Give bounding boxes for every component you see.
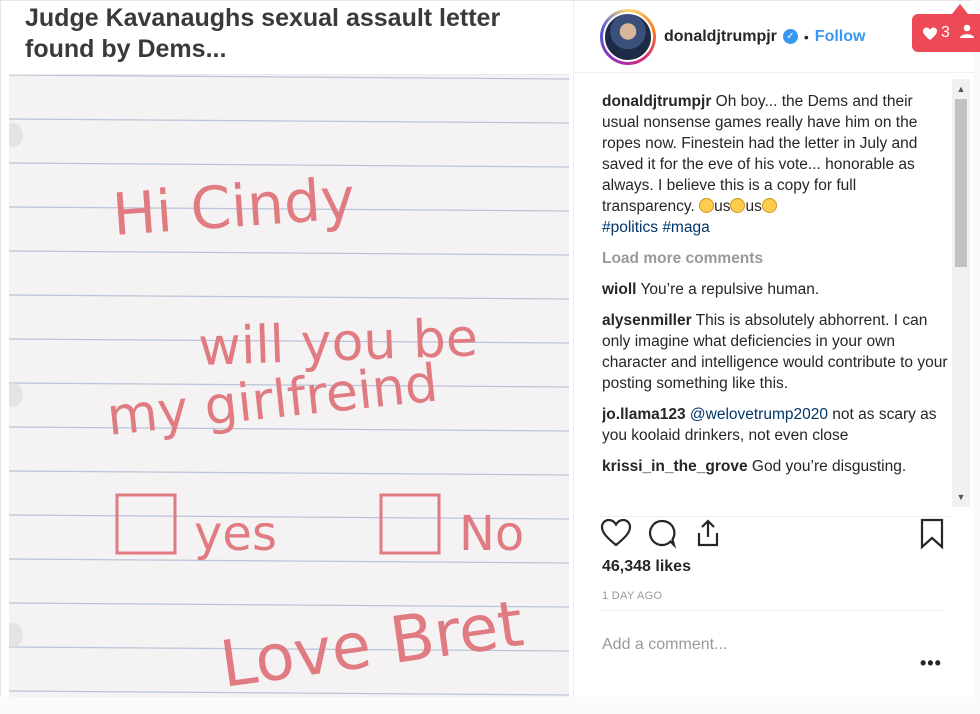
activity-notification[interactable]: 3: [912, 14, 980, 52]
comment-username[interactable]: krissi_in_the_grove: [602, 458, 748, 475]
rofl-emoji-icon: [730, 198, 746, 213]
likes-count[interactable]: 46,348 likes: [602, 558, 691, 576]
post-actions: [600, 516, 950, 556]
comment-item: jo.llama123 @welovetrump2020 not as scar…: [602, 404, 948, 446]
verified-badge-icon: ✓: [782, 29, 798, 44]
comment-username[interactable]: alysenmiller: [602, 312, 692, 329]
header-separator: •: [803, 28, 809, 45]
post-timestamp: 1 DAY AGO: [602, 590, 663, 602]
hashtag-link[interactable]: #politics: [602, 219, 658, 236]
comment-username[interactable]: jo.llama123: [602, 406, 686, 423]
note-line-5: No: [459, 506, 524, 562]
load-more-comments-button[interactable]: Load more comments: [602, 248, 948, 269]
more-options-button[interactable]: •••: [920, 653, 942, 674]
comment-bubble-icon[interactable]: [646, 517, 678, 556]
post-image[interactable]: Judge Kavanaughs sexual assault letter f…: [1, 1, 573, 697]
notification-count: 3: [941, 24, 950, 41]
comment-username[interactable]: wioll: [602, 281, 636, 298]
comment-item: alysenmiller This is absolutely abhorren…: [602, 310, 948, 394]
avatar[interactable]: [600, 8, 656, 65]
comment-mention-link[interactable]: @welovetrump2020: [690, 406, 828, 423]
add-comment-section: •••: [600, 610, 944, 680]
comment-item: wioll You’re a repulsive human.: [602, 279, 948, 300]
follow-button[interactable]: Follow: [815, 28, 866, 46]
note-illustration: Hi Cindy will you be my girlfreind yes N…: [9, 75, 569, 697]
hashtag-link[interactable]: #maga: [662, 219, 709, 236]
scroll-down-arrow-icon[interactable]: ▼: [952, 489, 970, 505]
image-headline: Judge Kavanaughs sexual assault letter f…: [9, 1, 569, 75]
rofl-emoji-icon: [699, 198, 715, 213]
share-icon[interactable]: [692, 517, 724, 556]
notebook-paper: Hi Cindy will you be my girlfreind yes N…: [9, 75, 569, 697]
scroll-thumb[interactable]: [955, 99, 967, 267]
bookmark-icon[interactable]: [918, 517, 946, 556]
scroll-up-arrow-icon[interactable]: ▲: [952, 81, 970, 97]
post-caption: donaldjtrumpjr Oh boy... the Dems and th…: [602, 91, 948, 238]
follower-icon: [959, 24, 974, 43]
add-comment-input[interactable]: [602, 633, 892, 657]
notification-caret: [952, 4, 968, 14]
comment-item: krissi_in_the_grove God you’re disgustin…: [602, 456, 948, 477]
header-username[interactable]: donaldjtrumpjr: [664, 28, 777, 46]
caption-emoji-text-1: us: [714, 198, 731, 215]
headline-text: Judge Kavanaughs sexual assault letter f…: [25, 4, 501, 63]
comments-list: donaldjtrumpjr Oh boy... the Dems and th…: [602, 91, 948, 505]
caption-text: Oh boy... the Dems and their usual nonse…: [602, 93, 918, 215]
note-line-4: yes: [194, 506, 277, 562]
comment-text: God you’re disgusting.: [751, 458, 907, 475]
heart-icon[interactable]: [600, 517, 632, 556]
comment-text: You’re a repulsive human.: [640, 281, 820, 298]
caption-emoji-text-2: us: [745, 198, 762, 215]
rofl-emoji-icon: [761, 198, 777, 213]
comments-scrollbar[interactable]: ▲ ▼: [952, 79, 970, 507]
post-sidebar: donaldjtrumpjr ✓ • Follow donaldjtrumpjr…: [573, 1, 974, 697]
caption-username[interactable]: donaldjtrumpjr: [602, 93, 711, 110]
post-frame: Judge Kavanaughs sexual assault letter f…: [0, 0, 974, 697]
heart-icon: [923, 27, 937, 40]
avatar-photo: [603, 11, 653, 62]
